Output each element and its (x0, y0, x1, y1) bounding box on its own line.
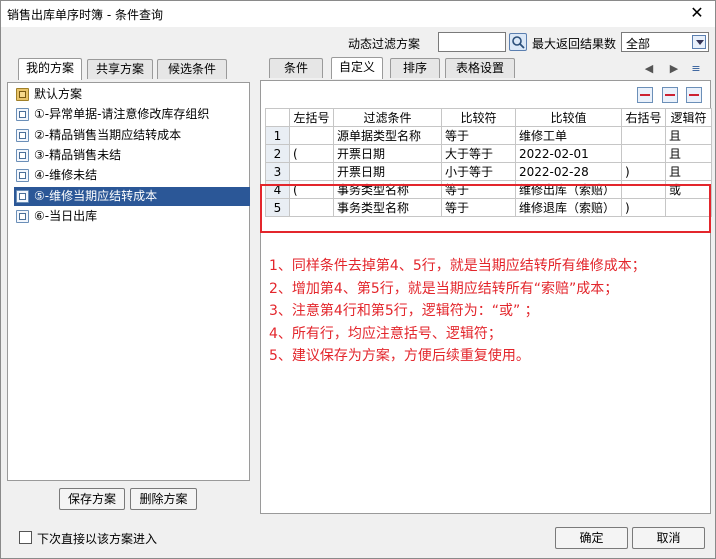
next-arrow-icon[interactable]: ▶ (667, 62, 681, 76)
grid-header[interactable]: 过滤条件 (333, 108, 442, 127)
add-row-icon[interactable] (662, 87, 678, 103)
dynamic-filter-label: 动态过滤方案 (348, 37, 421, 51)
tab-right-3[interactable]: 表格设置 (445, 58, 515, 78)
grid-cell-field[interactable]: 开票日期 (333, 144, 442, 163)
scheme-item[interactable]: ①-异常单据-请注意修改库存组织 (14, 105, 248, 124)
tab-right-2[interactable]: 排序 (390, 58, 440, 78)
window-title: 销售出库单序时簿 - 条件查询 (7, 8, 163, 22)
grid-cell-op[interactable]: 等于 (441, 126, 516, 145)
grid-cell-lp[interactable] (289, 126, 334, 145)
dialog-window: 销售出库单序时簿 - 条件查询 ✕ 动态过滤方案 最大返回结果数 全部 我的方案… (0, 0, 716, 559)
max-results-select[interactable]: 全部 (621, 32, 709, 52)
grid-cell-lp[interactable] (289, 162, 334, 181)
scheme-label: ④-维修未结 (34, 168, 98, 183)
grid-header[interactable]: 右括号 (621, 108, 666, 127)
search-icon[interactable] (509, 33, 527, 51)
scheme-item[interactable]: ⑥-当日出库 (14, 207, 248, 226)
grid-header[interactable]: 左括号 (289, 108, 334, 127)
grid-row[interactable]: 2(开票日期 大于等于 2022-02-01 且 (265, 144, 712, 163)
grid-cell-lp[interactable]: ( (289, 144, 334, 163)
max-results-label: 最大返回结果数 (532, 37, 617, 51)
scheme-item[interactable]: 默认方案 (14, 85, 248, 104)
delete-row-icon[interactable] (686, 87, 702, 103)
grid-cell-rp[interactable] (621, 144, 666, 163)
folder-icon (16, 88, 29, 101)
scheme-item[interactable]: ④-维修未结 (14, 166, 248, 185)
title-bar: 销售出库单序时簿 - 条件查询 ✕ (1, 1, 715, 27)
scheme-item[interactable]: ②-精品销售当期应结转成本 (14, 126, 248, 145)
grid-cell-value[interactable]: 维修工单 (515, 126, 622, 145)
scheme-label: ①-异常单据-请注意修改库存组织 (34, 107, 210, 122)
document-icon (16, 128, 29, 142)
grid-row[interactable]: 1 源单据类型名称 等于 维修工单 且 (265, 126, 712, 145)
note-line: 2、增加第4、第5行，就是当期应结转所有“索赔”成本； (269, 280, 619, 297)
tab-left-1[interactable]: 共享方案 (87, 59, 153, 79)
scheme-label: 默认方案 (34, 87, 83, 101)
insert-row-icon[interactable] (637, 87, 653, 103)
cancel-button[interactable]: 取消 (632, 527, 705, 549)
grid-cell-logic[interactable]: 且 (665, 144, 712, 163)
chevron-down-icon[interactable] (692, 35, 706, 49)
tab-right-0[interactable]: 条件 (269, 58, 323, 78)
list-menu-icon[interactable]: ≡ (689, 62, 703, 76)
grid-cell-field[interactable]: 源单据类型名称 (333, 126, 442, 145)
save-scheme-button[interactable]: 保存方案 (59, 488, 125, 510)
document-icon (16, 189, 29, 203)
grid-header[interactable]: 逻辑符 (665, 108, 712, 127)
grid-header[interactable]: 比较符 (441, 108, 516, 127)
document-icon (16, 108, 29, 122)
tab-left-2[interactable]: 候选条件 (157, 59, 227, 79)
close-icon[interactable]: ✕ (687, 3, 707, 23)
scheme-label: ⑤-维修当期应结转成本 (34, 188, 158, 203)
delete-scheme-button[interactable]: 删除方案 (130, 488, 197, 510)
row-number: 1 (265, 126, 290, 145)
grid-row[interactable]: 3 开票日期 小于等于 2022-02-28) 且 (265, 162, 712, 181)
annotation-notes: 1、同样条件去掉第4、5行，就是当期应结转所有维修成本； 2、增加第4、第5行，就… (269, 255, 646, 368)
scheme-label: ⑥-当日出库 (34, 208, 98, 223)
scheme-label: ③-精品销售未结 (34, 147, 122, 162)
enter-with-scheme-label: 下次直接以该方案进入 (37, 532, 158, 546)
tab-right-1[interactable]: 自定义 (331, 57, 383, 79)
grid-cell-op[interactable]: 小于等于 (441, 162, 516, 181)
grid-header[interactable]: 比较值 (515, 108, 622, 127)
grid-cell-op[interactable]: 大于等于 (441, 144, 516, 163)
scheme-item[interactable]: ⑤-维修当期应结转成本 (14, 186, 250, 206)
document-icon (16, 209, 29, 223)
ok-button[interactable]: 确定 (555, 527, 628, 549)
enter-with-scheme-checkbox[interactable] (19, 531, 32, 544)
scheme-item[interactable]: ③-精品销售未结 (14, 146, 248, 165)
grid-cell-rp[interactable]: ) (621, 162, 666, 181)
document-icon (16, 169, 29, 183)
note-line: 4、所有行，均应注意括号、逻辑符； (269, 325, 502, 342)
note-line: 1、同样条件去掉第4、5行，就是当期应结转所有维修成本； (269, 258, 646, 274)
note-line: 3、注意第4行和第5行，逻辑符为：“或” ； (269, 303, 539, 320)
grid-cell-value[interactable]: 2022-02-01 (515, 144, 622, 163)
document-icon (16, 148, 29, 162)
grid-cell-field[interactable]: 开票日期 (333, 162, 442, 181)
prev-arrow-icon[interactable]: ◀ (642, 62, 656, 76)
grid-cell-logic[interactable]: 且 (665, 162, 712, 181)
tab-left-0[interactable]: 我的方案 (18, 58, 82, 80)
scheme-label: ②-精品销售当期应结转成本 (34, 127, 182, 142)
row-number: 2 (265, 144, 290, 163)
max-results-value: 全部 (626, 37, 651, 51)
dynamic-filter-input[interactable] (438, 32, 506, 52)
grid-cell-rp[interactable] (621, 126, 666, 145)
row-number: 3 (265, 162, 290, 181)
grid-header[interactable] (265, 108, 290, 127)
grid-cell-value[interactable]: 2022-02-28 (515, 162, 622, 181)
grid-cell-logic[interactable]: 且 (665, 126, 712, 145)
highlight-rows-4-5 (260, 184, 711, 233)
scheme-list-panel: 默认方案 ①-异常单据-请注意修改库存组织 ②-精品销售当期应结转成本 ③-精品销售未… (7, 82, 250, 481)
note-line: 5、建议保存为方案，方便后续重复使用。 (269, 348, 530, 365)
